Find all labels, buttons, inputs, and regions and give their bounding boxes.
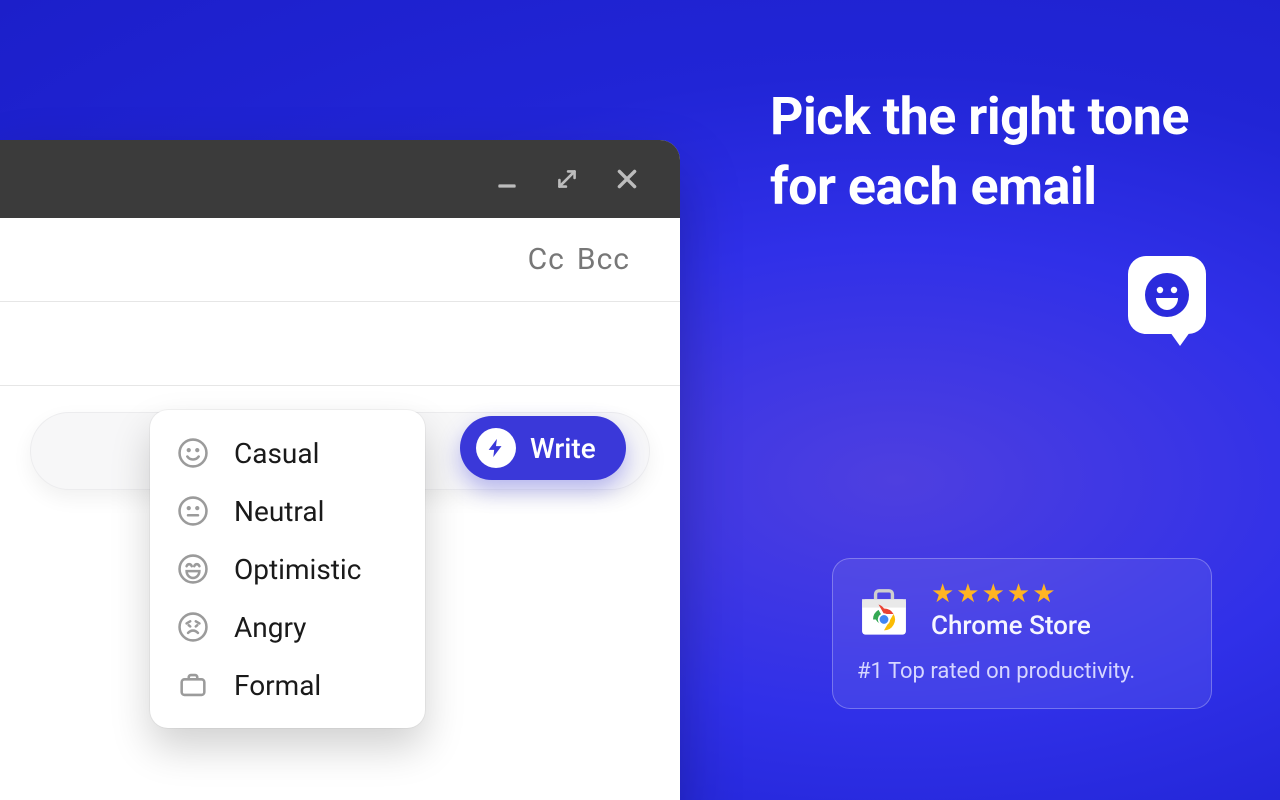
tone-emote-bubble: [1128, 256, 1206, 334]
lightning-icon: [476, 428, 516, 468]
briefcase-icon: [176, 668, 210, 702]
grin-filled-icon: [1143, 271, 1191, 319]
window-titlebar: [0, 140, 680, 218]
rating-stars: ★★★★★: [931, 581, 1091, 607]
tone-option-angry[interactable]: Angry: [150, 598, 425, 656]
tone-option-label: Angry: [234, 611, 306, 644]
tone-dropdown: Casual Neutral Optimistic: [150, 410, 425, 728]
grin-icon: [176, 552, 210, 586]
chrome-store-card: ★★★★★ Chrome Store #1 Top rated on produ…: [832, 558, 1212, 709]
promo-headline: Pick the right tone for each email: [770, 82, 1210, 222]
cc-link[interactable]: Cc: [528, 242, 565, 277]
maximize-button[interactable]: [554, 166, 580, 192]
angry-face-icon: [176, 610, 210, 644]
smile-icon: [176, 436, 210, 470]
tone-option-casual[interactable]: Casual: [150, 424, 425, 482]
compose-body[interactable]: Casual Neutral Optimistic: [0, 386, 680, 800]
tone-option-label: Neutral: [234, 495, 324, 528]
bcc-link[interactable]: Bcc: [577, 242, 630, 277]
tone-option-neutral[interactable]: Neutral: [150, 482, 425, 540]
write-button-label: Write: [530, 432, 596, 465]
tone-option-label: Optimistic: [234, 553, 361, 586]
tone-option-formal[interactable]: Formal: [150, 656, 425, 714]
minimize-button[interactable]: [494, 166, 520, 192]
chrome-store-icon: [857, 584, 911, 638]
subject-row[interactable]: [0, 302, 680, 386]
promo-canvas: Cc Bcc Casual Neutral: [0, 0, 1280, 800]
tone-option-label: Formal: [234, 669, 321, 702]
store-title: Chrome Store: [931, 611, 1091, 641]
tone-option-optimistic[interactable]: Optimistic: [150, 540, 425, 598]
recipients-row[interactable]: Cc Bcc: [0, 218, 680, 302]
neutral-face-icon: [176, 494, 210, 528]
store-subtitle: #1 Top rated on productivity.: [857, 659, 1187, 684]
tone-option-label: Casual: [234, 437, 319, 470]
write-button[interactable]: Write: [460, 416, 626, 480]
compose-window: Cc Bcc Casual Neutral: [0, 140, 680, 800]
close-button[interactable]: [614, 166, 640, 192]
